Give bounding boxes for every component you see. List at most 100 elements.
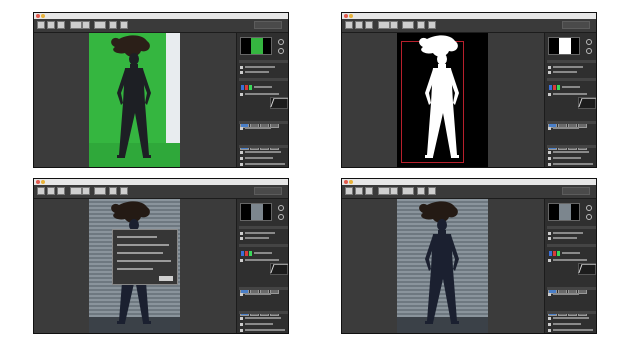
option-checkbox[interactable] (240, 71, 243, 74)
close-window-icon[interactable] (344, 14, 348, 18)
option-checkbox[interactable] (240, 232, 243, 235)
option-checkbox[interactable] (548, 71, 551, 74)
option-checkbox[interactable] (548, 157, 551, 160)
preset-strip[interactable] (240, 279, 288, 294)
zoom-icon[interactable] (120, 187, 128, 195)
search-field[interactable] (254, 21, 282, 29)
brush-icon[interactable] (57, 21, 65, 29)
color-swatch[interactable] (557, 251, 560, 256)
option-checkbox[interactable] (240, 151, 243, 154)
search-field[interactable] (254, 187, 282, 195)
info-icon[interactable] (586, 214, 592, 220)
option-checkbox[interactable] (548, 93, 551, 96)
section-header[interactable] (239, 287, 288, 290)
info-icon[interactable] (586, 48, 592, 54)
preset-strip[interactable] (548, 301, 596, 316)
preview-thumbnail[interactable] (548, 203, 580, 221)
option-checkbox[interactable] (240, 323, 243, 326)
preview-thumbnail[interactable] (240, 37, 272, 55)
tool-icon[interactable] (390, 21, 398, 29)
color-swatch[interactable] (241, 251, 244, 256)
image-canvas[interactable] (342, 33, 544, 167)
tool-icon[interactable] (82, 187, 90, 195)
option-checkbox[interactable] (240, 157, 243, 160)
section-header[interactable] (239, 60, 288, 63)
tool-icon[interactable] (47, 187, 55, 195)
option-checkbox[interactable] (240, 237, 243, 240)
tool-icon[interactable] (94, 187, 106, 195)
search-field[interactable] (562, 187, 590, 195)
option-checkbox[interactable] (548, 151, 551, 154)
preview-thumbnail[interactable] (548, 37, 580, 55)
histogram[interactable] (270, 97, 288, 109)
section-header[interactable] (239, 145, 288, 148)
preset-strip[interactable] (548, 135, 596, 150)
option-checkbox[interactable] (548, 329, 551, 332)
minimize-window-icon[interactable] (41, 14, 45, 18)
person-icon[interactable] (378, 187, 390, 195)
section-header[interactable] (239, 244, 288, 247)
section-header[interactable] (547, 145, 596, 148)
tool-icon[interactable] (402, 187, 414, 195)
tool-icon[interactable] (345, 187, 353, 195)
dialog-ok-button[interactable] (159, 276, 173, 281)
preset-strip[interactable] (240, 301, 288, 316)
preset-strip[interactable] (548, 113, 596, 128)
section-header[interactable] (547, 244, 596, 247)
tool-icon[interactable] (37, 187, 45, 195)
option-checkbox[interactable] (548, 232, 551, 235)
section-header[interactable] (239, 121, 288, 124)
option-checkbox[interactable] (548, 163, 551, 166)
option-checkbox[interactable] (240, 317, 243, 320)
option-checkbox[interactable] (548, 317, 551, 320)
color-swatch[interactable] (549, 251, 552, 256)
section-header[interactable] (547, 226, 596, 229)
section-header[interactable] (547, 60, 596, 63)
option-checkbox[interactable] (548, 259, 551, 262)
color-swatch[interactable] (245, 251, 248, 256)
section-header[interactable] (547, 311, 596, 314)
option-checkbox[interactable] (240, 329, 243, 332)
option-checkbox[interactable] (240, 293, 243, 296)
search-field[interactable] (562, 21, 590, 29)
tool-icon[interactable] (37, 21, 45, 29)
hand-icon[interactable] (417, 21, 425, 29)
option-checkbox[interactable] (240, 163, 243, 166)
close-window-icon[interactable] (36, 180, 40, 184)
option-checkbox[interactable] (240, 127, 243, 130)
close-window-icon[interactable] (344, 180, 348, 184)
settings-gear-icon[interactable] (278, 205, 284, 211)
section-header[interactable] (239, 226, 288, 229)
preset-strip[interactable] (240, 113, 288, 128)
option-checkbox[interactable] (548, 293, 551, 296)
option-checkbox[interactable] (240, 259, 243, 262)
hand-icon[interactable] (417, 187, 425, 195)
option-checkbox[interactable] (240, 93, 243, 96)
brush-icon[interactable] (57, 187, 65, 195)
section-header[interactable] (239, 78, 288, 81)
section-header[interactable] (547, 121, 596, 124)
person-icon[interactable] (378, 21, 390, 29)
info-icon[interactable] (278, 48, 284, 54)
preset-strip[interactable] (240, 135, 288, 150)
color-swatch[interactable] (549, 85, 552, 90)
color-swatch[interactable] (249, 251, 252, 256)
hand-icon[interactable] (109, 21, 117, 29)
tool-icon[interactable] (47, 21, 55, 29)
settings-gear-icon[interactable] (586, 205, 592, 211)
option-checkbox[interactable] (240, 66, 243, 69)
hand-icon[interactable] (109, 187, 117, 195)
tool-icon[interactable] (94, 21, 106, 29)
histogram[interactable] (578, 263, 596, 275)
section-header[interactable] (547, 287, 596, 290)
tool-icon[interactable] (345, 21, 353, 29)
person-icon[interactable] (70, 21, 82, 29)
histogram[interactable] (578, 97, 596, 109)
zoom-icon[interactable] (428, 21, 436, 29)
color-swatch[interactable] (553, 251, 556, 256)
info-icon[interactable] (278, 214, 284, 220)
image-canvas[interactable] (342, 199, 544, 333)
color-swatch[interactable] (245, 85, 248, 90)
option-checkbox[interactable] (548, 237, 551, 240)
preset-strip[interactable] (548, 279, 596, 294)
